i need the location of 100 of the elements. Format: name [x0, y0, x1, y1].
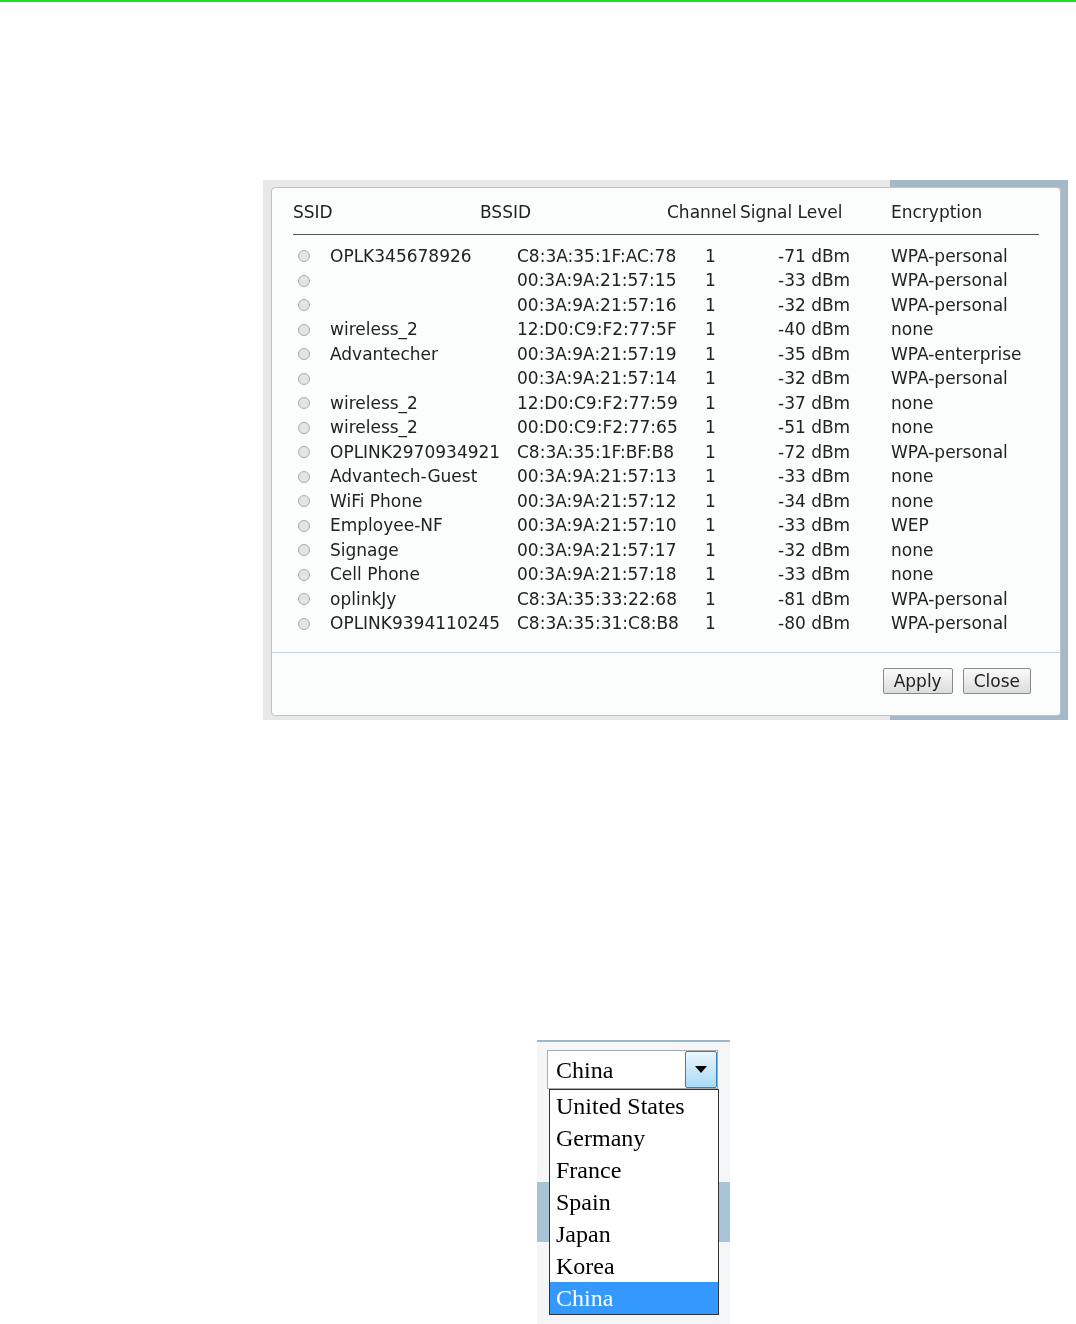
dropdown-option[interactable]: Korea	[550, 1250, 718, 1282]
radio-button[interactable]	[298, 274, 310, 287]
country-select[interactable]: China	[547, 1050, 718, 1089]
apply-button[interactable]: Apply	[882, 667, 953, 694]
table-cell: WiFi Phone	[330, 490, 423, 511]
table-cell: -35 dBm	[778, 343, 851, 364]
table-cell: none	[891, 319, 934, 339]
radio-button[interactable]	[298, 519, 310, 532]
table-cell: 1	[705, 417, 716, 437]
table-cell: OPLINK9394110245	[330, 613, 501, 633]
table-cell: WPA-personal	[891, 613, 1008, 633]
close-button[interactable]: Close	[962, 667, 1031, 694]
dropdown-option[interactable]: Spain	[550, 1186, 718, 1218]
radio-button[interactable]	[298, 421, 310, 434]
table-cell: 00:3A:9A:21:57:15	[517, 270, 677, 290]
table-cell: -33 dBm	[778, 466, 851, 486]
table-cell: 12:D0:C9:F2:77:5F	[517, 319, 677, 339]
table-cell: 1	[705, 245, 716, 266]
table-cell: 00:3A:9A:21:57:10	[517, 515, 677, 535]
table-cell: 1	[705, 392, 716, 413]
table-cell: 1	[705, 613, 716, 633]
table-cell: 1	[705, 270, 716, 290]
table-cell: 12:D0:C9:F2:77:59	[517, 392, 678, 413]
table-cell: 1	[705, 539, 716, 560]
radio-button[interactable]	[298, 568, 310, 581]
table-cell: 1	[705, 368, 716, 388]
table-cell: Signage	[330, 539, 399, 560]
table-cell: -71 dBm	[778, 245, 851, 266]
radio-button[interactable]	[298, 446, 310, 459]
radio-button[interactable]	[298, 495, 310, 508]
radio-button[interactable]	[298, 397, 310, 410]
table-cell: -33 dBm	[778, 515, 851, 535]
table-cell: Advantecher	[330, 343, 439, 364]
table-cell: -40 dBm	[778, 319, 851, 339]
table-cell: -32 dBm	[778, 539, 851, 560]
table-cell: none	[891, 564, 934, 584]
table-cell: WPA-personal	[891, 245, 1008, 266]
table-cell: 1	[705, 294, 716, 315]
table-cell: 1	[705, 588, 716, 609]
table-cell: OPLK345678926	[330, 245, 472, 266]
table-cell: -51 dBm	[778, 417, 851, 437]
radio-button[interactable]	[298, 470, 310, 483]
table-cell: C8:3A:35:1F:BF:B8	[517, 441, 674, 462]
dropdown-option[interactable]: Japan	[550, 1218, 718, 1250]
table-cell: WPA-enterprise	[891, 343, 1022, 364]
radio-button[interactable]	[298, 299, 310, 312]
table-cell: WPA-personal	[891, 294, 1008, 315]
table-cell: 1	[705, 466, 716, 486]
column-header: Channel	[667, 201, 737, 224]
table-cell: 00:3A:9A:21:57:14	[517, 368, 677, 388]
table-cell: -34 dBm	[778, 490, 851, 511]
table-cell: none	[891, 490, 934, 511]
table-cell: C8:3A:35:1F:AC:78	[517, 245, 677, 266]
table-cell: OPLINK2970934921	[330, 441, 501, 462]
table-cell: WPA-personal	[891, 588, 1008, 609]
table-cell: 1	[705, 319, 716, 339]
table-cell: 1	[705, 490, 716, 511]
table-cell: -33 dBm	[778, 270, 851, 290]
table-cell: none	[891, 417, 934, 437]
table-cell: Advantech-Guest	[330, 466, 478, 486]
table-cell: 00:3A:9A:21:57:12	[517, 490, 677, 511]
dropdown-option[interactable]: France	[550, 1154, 718, 1186]
table-cell: WEP	[891, 515, 929, 535]
table-cell: Employee-NF	[330, 515, 443, 535]
dropdown-option[interactable]: United States	[550, 1090, 718, 1122]
radio-button[interactable]	[298, 348, 310, 361]
column-header: SSID	[293, 201, 333, 224]
table-cell: -80 dBm	[778, 613, 851, 633]
table-cell: none	[891, 466, 934, 486]
dropdown-option[interactable]: Germany	[550, 1122, 718, 1154]
table-cell: WPA-personal	[891, 368, 1008, 388]
table-cell: wireless_2	[330, 392, 418, 413]
radio-button[interactable]	[298, 372, 310, 385]
radio-button[interactable]	[298, 593, 310, 606]
table-cell: 00:3A:9A:21:57:16	[517, 294, 677, 315]
table-cell: -37 dBm	[778, 392, 851, 413]
column-header: BSSID	[480, 201, 532, 224]
table-cell: WPA-personal	[891, 270, 1008, 290]
table-cell: -33 dBm	[778, 564, 851, 584]
table-cell: 1	[705, 343, 716, 364]
radio-button[interactable]	[298, 617, 310, 630]
radio-button[interactable]	[298, 544, 310, 557]
table-cell: -72 dBm	[778, 441, 851, 462]
table-cell: 00:D0:C9:F2:77:65	[517, 417, 678, 437]
table-cell: 1	[705, 441, 716, 462]
table-cell: none	[891, 392, 934, 413]
table-cell: 1	[705, 564, 716, 584]
table-cell: 00:3A:9A:21:57:17	[517, 539, 677, 560]
table-cell: C8:3A:35:31:C8:B8	[517, 613, 679, 633]
table-cell: 00:3A:9A:21:57:13	[517, 466, 677, 486]
radio-button[interactable]	[298, 250, 310, 263]
table-cell: Cell Phone	[330, 564, 420, 584]
column-header: Signal Level	[740, 201, 843, 224]
table-cell: WPA-personal	[891, 441, 1008, 462]
table-cell: -81 dBm	[778, 588, 851, 609]
table-cell: oplinkJy	[330, 588, 397, 609]
table-cell: 00:3A:9A:21:57:19	[517, 343, 677, 364]
table-cell: 1	[705, 515, 716, 535]
radio-button[interactable]	[298, 323, 310, 336]
table-cell: 00:3A:9A:21:57:18	[517, 564, 677, 584]
